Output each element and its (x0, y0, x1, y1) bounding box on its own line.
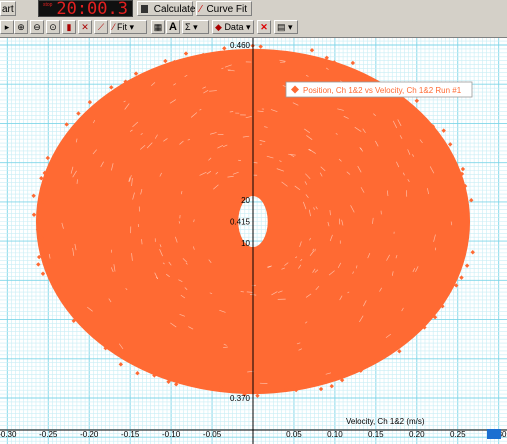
graph-settings-icon: ▤ (277, 22, 286, 32)
stats-icon[interactable]: ▮ (62, 20, 76, 34)
curve-fit-label: Curve Fit (206, 4, 248, 15)
legend-label: Position, Ch 1&2 vs Velocity, Ch 1&2 Run… (303, 86, 462, 95)
start-button[interactable]: art (0, 1, 16, 16)
examine-icon[interactable]: ✕ (78, 20, 92, 34)
chevron-down-icon: ▾ (129, 22, 135, 32)
y-tick-label: 0.370 (230, 394, 251, 403)
graph-settings-dropdown[interactable]: ▤ ▾ (274, 20, 298, 34)
x-tick-label: 0.05 (286, 430, 302, 439)
zoom-out-icon[interactable]: ⊖ (30, 20, 44, 34)
x-tick-label: -0.05 (203, 430, 222, 439)
curve-fit-icon: ⁄ (200, 4, 202, 15)
x-axis-label: Velocity, Ch 1&2 (m/s) (346, 417, 425, 426)
x-tick-label: -0.20 (80, 430, 99, 439)
zoom-in-icon[interactable]: ⊕ (14, 20, 28, 34)
fit-dropdown[interactable]: ⁄ Fit ▾ (110, 20, 147, 34)
chevron-down-icon: ▾ (193, 22, 198, 32)
fit-label: Fit (117, 22, 128, 32)
x-tick-label: 0.10 (327, 430, 343, 439)
x-tick-label: -0.15 (121, 430, 140, 439)
calculator-icon[interactable]: ▦ (151, 20, 165, 34)
fit-icon: ⁄ (113, 22, 115, 32)
calculate-button[interactable]: Calculate (137, 1, 196, 16)
start-button-label: art (2, 4, 14, 15)
chevron-down-icon: ▾ (288, 22, 293, 32)
top-toolbar: art stop 20:00.3 Calculate ⁄ Curve Fit (0, 0, 507, 19)
delete-icon[interactable]: ✕ (257, 20, 271, 34)
x-tick-label: 0.15 (368, 430, 384, 439)
sigma-label: Σ (185, 22, 191, 32)
autoscale-icon[interactable]: ⊙ (46, 20, 60, 34)
y-tick-label: 0.460 (230, 41, 251, 50)
y-tick-label: 0.415 (230, 218, 251, 227)
x-tick-label: 0.20 (409, 430, 425, 439)
data-label: Data (224, 22, 244, 32)
calculator-icon (141, 5, 148, 13)
x-tick-label: 0.25 (450, 430, 466, 439)
x-tick-label: -0.30 (0, 430, 17, 439)
tangent-icon[interactable]: ⟋ (94, 20, 108, 34)
data-dropdown[interactable]: ◆ Data ▾ (212, 20, 254, 34)
text-tool-icon[interactable]: A (166, 20, 180, 34)
graph-toolbar: ▸ ⊕ ⊖ ⊙ ▮ ✕ ⟋ ⁄ Fit ▾ ▦ A Σ ▾ ◆ Data ▾ ✕… (0, 18, 507, 38)
text-tool-label: A (169, 21, 177, 33)
data-icon: ◆ (215, 22, 222, 32)
clock-label: stop (43, 2, 53, 8)
legend: Position, Ch 1&2 vs Velocity, Ch 1&2 Run… (285, 81, 473, 98)
sigma-dropdown[interactable]: Σ ▾ (182, 20, 209, 34)
x-tick-label: -0.25 (39, 430, 58, 439)
x-tick-label: -0.10 (162, 430, 181, 439)
clock-time: 20:00.3 (56, 0, 128, 19)
select-arrow-icon[interactable]: ▸ (0, 20, 14, 34)
phase-space-graph[interactable]: -0.30 -0.25 -0.20 -0.15 -0.10 -0.05 0.05 0.10 0.… (0, 38, 507, 444)
y-tick-label: 20 (241, 196, 250, 205)
calculate-label: Calculate (153, 4, 196, 15)
vertical-scrollbar[interactable] (487, 429, 501, 439)
experiment-clock: stop 20:00.3 (38, 0, 133, 19)
curve-fit-button[interactable]: ⁄ Curve Fit (196, 1, 252, 16)
y-tick-label: 10 (241, 239, 250, 248)
data-trace-gap (229, 111, 234, 113)
chevron-down-icon: ▾ (245, 22, 251, 32)
